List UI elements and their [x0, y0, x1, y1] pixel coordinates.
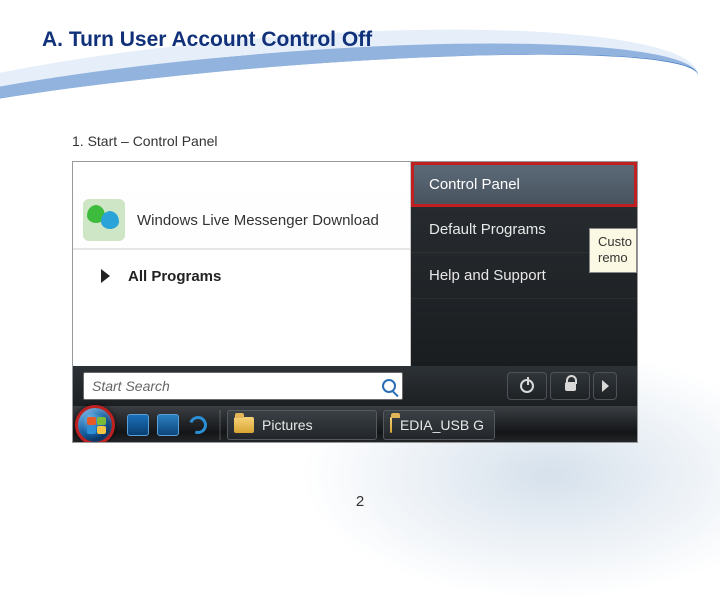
start-button[interactable]	[75, 405, 115, 443]
start-menu-left-panel: Windows Live Messenger Download All Prog…	[73, 162, 411, 366]
page-number: 2	[356, 493, 364, 510]
start-menu-item-messenger[interactable]: Windows Live Messenger Download	[73, 192, 410, 248]
show-desktop-icon[interactable]	[127, 414, 149, 436]
shutdown-menu-button[interactable]	[593, 372, 617, 400]
tooltip-line: remo	[598, 250, 628, 265]
messenger-icon	[83, 199, 125, 241]
taskbar-task-pictures[interactable]: Pictures	[227, 410, 377, 440]
folder-icon	[234, 417, 254, 433]
tooltip-line: Custo	[598, 234, 632, 249]
start-menu-item-label: Windows Live Messenger Download	[137, 212, 379, 229]
power-button-cluster	[507, 366, 637, 406]
internet-explorer-icon[interactable]	[187, 414, 209, 436]
screenshot-start-menu: Windows Live Messenger Download All Prog…	[72, 161, 638, 443]
lock-button[interactable]	[550, 372, 590, 400]
power-icon	[520, 379, 534, 393]
control-panel-tooltip: Custo remo	[589, 228, 637, 273]
folder-icon	[390, 417, 392, 433]
taskbar: Pictures EDIA_USB G	[73, 406, 637, 443]
step-1-label: 1. Start – Control Panel	[72, 133, 218, 149]
taskbar-task-label: EDIA_USB G	[400, 417, 484, 433]
taskbar-task-usb[interactable]: EDIA_USB G	[383, 410, 495, 440]
switch-windows-icon[interactable]	[157, 414, 179, 436]
start-menu-item-blank	[73, 162, 410, 192]
start-menu-all-programs[interactable]: All Programs	[73, 248, 410, 302]
slide-title: A. Turn User Account Control Off	[42, 28, 372, 52]
power-button[interactable]	[507, 372, 547, 400]
taskbar-separator	[219, 410, 221, 440]
search-placeholder: Start Search	[92, 378, 170, 394]
search-icon	[382, 379, 396, 393]
taskbar-task-label: Pictures	[262, 417, 313, 433]
right-panel-control-panel[interactable]: Control Panel	[411, 162, 637, 207]
all-programs-label: All Programs	[128, 268, 221, 285]
start-search-input[interactable]: Start Search	[83, 372, 403, 400]
chevron-right-icon	[602, 380, 609, 392]
arrow-right-icon	[101, 269, 110, 283]
lock-icon	[565, 382, 576, 391]
start-menu-search-row: Start Search	[73, 366, 637, 406]
